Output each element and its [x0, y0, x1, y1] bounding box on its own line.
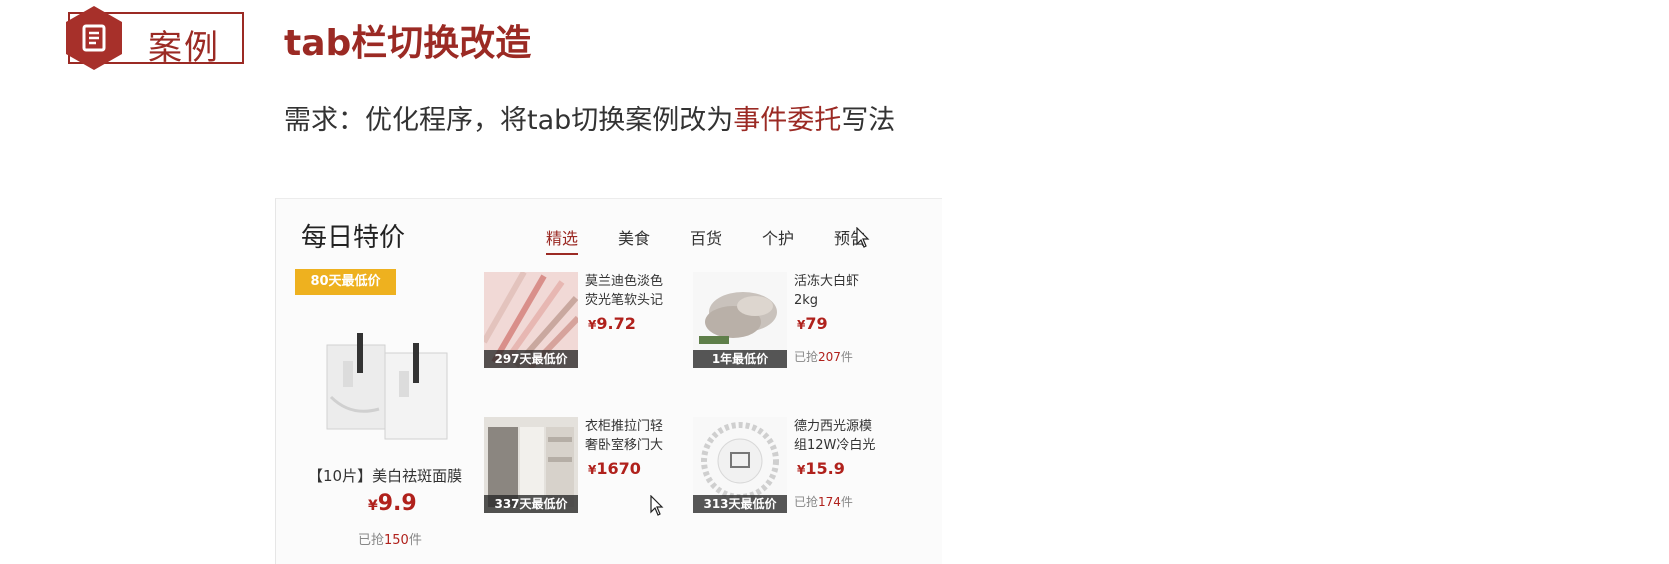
featured-product-name[interactable]: 【10片】美白祛斑面膜 — [308, 465, 462, 486]
product-card[interactable]: 337天最低价 衣柜推拉门轻奢卧室移门大 ¥1670 — [484, 417, 714, 517]
featured-sold: 已抢150件 — [358, 533, 422, 548]
tab-bar: 精选 美食 百货 个护 预告 — [546, 225, 942, 255]
tab-baihuo[interactable]: 百货 — [690, 225, 722, 249]
shrimp-image[interactable]: 1年最低价 — [693, 272, 787, 368]
product-card[interactable]: 1年最低价 活冻大白虾2kg ¥79 已抢207件 — [693, 272, 923, 372]
product-name[interactable]: 衣柜推拉门轻奢卧室移门大 — [585, 417, 671, 455]
daily-deals-panel: 每日特价 精选 美食 百货 个护 预告 80天最低价 【10片】美白祛斑面膜 ¥… — [275, 198, 942, 564]
mouse-cursor-icon — [650, 495, 664, 516]
product-card[interactable]: 297天最低价 莫兰迪色淡色荧光笔软头记 ¥9.72 — [484, 272, 714, 372]
requirement-text: 需求：优化程序，将tab切换案例改为事件委托写法 — [284, 98, 895, 137]
panel-title: 每日特价 — [301, 223, 406, 253]
product-name[interactable]: 活冻大白虾2kg — [794, 272, 880, 310]
requirement-prefix: 需求：优化程序，将tab切换案例改为 — [284, 105, 734, 136]
mouse-cursor-icon — [856, 227, 870, 248]
product-sold: 已抢207件 — [794, 350, 853, 364]
led-module-image[interactable]: 313天最低价 — [693, 417, 787, 513]
case-badge: 案例 — [66, 6, 244, 70]
product-price: ¥79 — [797, 314, 828, 333]
tab-jingxuan[interactable]: 精选 — [546, 225, 579, 255]
case-label: 案例 — [148, 28, 220, 68]
highlighter-pens-image[interactable]: 297天最低价 — [484, 272, 578, 368]
featured-price: ¥9.9 — [368, 491, 417, 516]
product-price: ¥15.9 — [797, 459, 845, 478]
page-title: tab栏切换改造 — [284, 23, 532, 64]
wardrobe-image[interactable]: 337天最低价 — [484, 417, 578, 513]
tab-gehu[interactable]: 个护 — [762, 225, 794, 249]
product-card[interactable]: 313天最低价 德力西光源模组12W冷白光 ¥15.9 已抢174件 — [693, 417, 923, 517]
document-icon — [66, 6, 122, 70]
requirement-highlight: 事件委托 — [733, 105, 842, 136]
product-name[interactable]: 德力西光源模组12W冷白光 — [794, 417, 880, 455]
product-price: ¥9.72 — [588, 314, 636, 333]
product-sold: 已抢174件 — [794, 495, 853, 509]
requirement-suffix: 写法 — [841, 105, 896, 136]
product-name[interactable]: 莫兰迪色淡色荧光笔软头记 — [585, 272, 671, 310]
face-mask-image[interactable] — [321, 327, 451, 442]
product-price: ¥1670 — [588, 459, 641, 478]
lowest-price-ribbon: 80天最低价 — [295, 269, 396, 295]
tab-meishi[interactable]: 美食 — [618, 225, 650, 249]
